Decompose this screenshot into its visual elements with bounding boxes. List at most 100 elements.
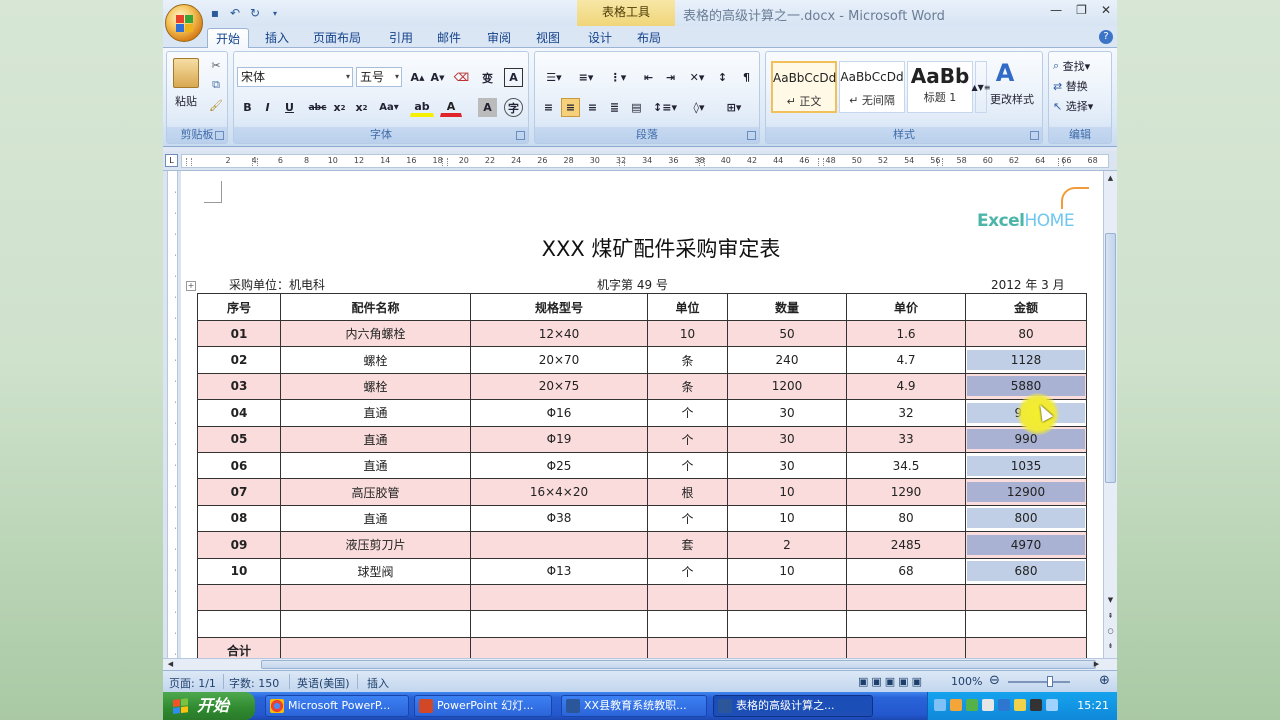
- styles-launcher-icon[interactable]: [1030, 131, 1039, 140]
- character-shading-icon[interactable]: A: [478, 98, 497, 117]
- tray-input-icon[interactable]: [1030, 699, 1042, 711]
- table-cell[interactable]: [280, 610, 471, 638]
- format-painter-icon[interactable]: 🖌: [209, 98, 223, 112]
- language-indicator[interactable]: 英语(美国): [297, 675, 350, 691]
- line-spacing-icon[interactable]: ↕≡▾: [651, 98, 679, 117]
- table-cell[interactable]: [647, 636, 728, 658]
- table-cell[interactable]: [846, 610, 966, 638]
- parts-table[interactable]: 序号 配件名称 规格型号 单位 数量 单价 金额 01 内六角螺栓 12×40 10 50 1.6 80…: [197, 293, 1087, 658]
- table-row[interactable]: 07 高压胶管 16×4×20 根 10 1290 12900: [197, 478, 1087, 506]
- clock[interactable]: 15:21: [1077, 699, 1109, 712]
- show-marks-icon[interactable]: ¶: [737, 68, 756, 87]
- zoom-slider[interactable]: [1008, 681, 1070, 683]
- table-cell[interactable]: 个: [647, 451, 728, 480]
- table-cell[interactable]: 1.6: [846, 319, 966, 348]
- table-cell[interactable]: 4970: [965, 531, 1087, 559]
- tray-volume-icon[interactable]: [982, 699, 994, 711]
- table-cell[interactable]: 条: [647, 372, 728, 401]
- table-cell[interactable]: 80: [846, 504, 966, 533]
- style-no-spacing[interactable]: AaBbCcDd ↵ 无间隔: [839, 61, 905, 113]
- table-cell[interactable]: 直通: [280, 451, 471, 480]
- font-launcher-icon[interactable]: [516, 131, 525, 140]
- sort-icon[interactable]: ↕: [713, 68, 732, 87]
- vertical-scroll-thumb[interactable]: [1105, 233, 1116, 483]
- table-header-cell[interactable]: 规格型号: [470, 293, 648, 321]
- customize-qat-icon[interactable]: ▾: [267, 5, 283, 21]
- next-page-icon[interactable]: ⇟: [1105, 641, 1116, 652]
- zoom-in-icon[interactable]: ⊕: [1099, 673, 1110, 688]
- table-header-cell[interactable]: 单位: [647, 293, 728, 321]
- tab-design[interactable]: 设计: [580, 28, 620, 49]
- table-cell[interactable]: 80: [965, 319, 1087, 348]
- taskbar-item-word-active[interactable]: 表格的高级计算之...: [713, 695, 873, 717]
- table-cell[interactable]: 20×75: [470, 372, 648, 401]
- table-cell[interactable]: 个: [647, 425, 728, 453]
- numbering-icon[interactable]: ≡▾: [571, 68, 601, 87]
- table-cell[interactable]: 2: [727, 531, 847, 559]
- redo-icon[interactable]: ↻: [247, 5, 263, 21]
- table-cell[interactable]: 合计: [197, 636, 281, 658]
- ruler-column-marker[interactable]: [442, 158, 448, 166]
- tab-selector-icon[interactable]: L: [165, 154, 178, 167]
- browse-object-icon[interactable]: ○: [1105, 626, 1116, 637]
- ruler-column-marker[interactable]: [619, 158, 625, 166]
- minimize-icon[interactable]: —: [1050, 3, 1062, 17]
- copy-icon[interactable]: ⧉: [209, 78, 223, 92]
- tab-references[interactable]: 引用: [381, 28, 421, 49]
- table-cell[interactable]: 02: [197, 346, 281, 374]
- paragraph-launcher-icon[interactable]: [747, 131, 756, 140]
- tab-insert[interactable]: 插入: [257, 28, 297, 49]
- vertical-ruler[interactable]: · · · · · · · · · · · · · · · · · · · · · · ·: [163, 171, 181, 658]
- table-cell[interactable]: 直通: [280, 425, 471, 453]
- font-color-icon[interactable]: A: [440, 98, 462, 117]
- table-cell[interactable]: 1290: [846, 478, 966, 506]
- tab-page-layout[interactable]: 页面布局: [309, 28, 365, 49]
- table-cell[interactable]: 10: [727, 478, 847, 506]
- previous-page-icon[interactable]: ⇞: [1105, 611, 1116, 622]
- align-left-icon[interactable]: ≡: [539, 98, 558, 117]
- ruler-column-marker[interactable]: [818, 158, 824, 166]
- table-cell[interactable]: 套: [647, 531, 728, 559]
- table-cell[interactable]: 12900: [965, 478, 1087, 506]
- table-cell[interactable]: [965, 636, 1087, 658]
- zoom-level[interactable]: 100%: [951, 675, 982, 688]
- table-row[interactable]: 10 球型阀 Φ13 个 10 68 680: [197, 557, 1087, 585]
- table-cell[interactable]: 01: [197, 319, 281, 348]
- ruler-column-marker[interactable]: [937, 158, 943, 166]
- phonetic-guide-icon[interactable]: 变: [478, 68, 497, 87]
- table-cell[interactable]: 05: [197, 425, 281, 453]
- table-cell[interactable]: [846, 583, 966, 612]
- table-move-handle-icon[interactable]: +: [186, 281, 196, 291]
- table-cell[interactable]: 根: [647, 478, 728, 506]
- table-cell[interactable]: 球型阀: [280, 557, 471, 585]
- table-cell[interactable]: 30: [727, 399, 847, 427]
- table-row[interactable]: [197, 583, 1087, 612]
- office-button[interactable]: [165, 4, 203, 42]
- table-header-cell[interactable]: 序号: [197, 293, 281, 321]
- scroll-up-icon[interactable]: ▲: [1105, 173, 1116, 184]
- table-cell[interactable]: [965, 610, 1087, 638]
- table-cell[interactable]: 30: [727, 451, 847, 480]
- ruler-column-marker[interactable]: [186, 158, 192, 166]
- table-cell[interactable]: 1128: [965, 346, 1087, 374]
- table-row[interactable]: 03 螺栓 20×75 条 1200 4.9 5880: [197, 372, 1087, 401]
- table-cell[interactable]: 06: [197, 451, 281, 480]
- table-row[interactable]: 04直通Φ16个3032960: [197, 399, 1087, 427]
- chinese-layout-icon[interactable]: ✕▾: [683, 68, 711, 87]
- table-cell[interactable]: 09: [197, 531, 281, 559]
- maximize-icon[interactable]: ❐: [1076, 3, 1087, 17]
- close-icon[interactable]: ✕: [1101, 3, 1111, 17]
- taskbar-item-word-education[interactable]: XX县教育系统教职...: [561, 695, 707, 717]
- table-row[interactable]: 01 内六角螺栓 12×40 10 50 1.6 80: [197, 319, 1087, 348]
- italic-icon[interactable]: I: [258, 98, 277, 117]
- table-header-cell[interactable]: 单价: [846, 293, 966, 321]
- styles-scroll-icon[interactable]: ▲▼≡: [972, 61, 991, 113]
- table-cell[interactable]: 50: [727, 319, 847, 348]
- superscript-icon[interactable]: x2: [352, 98, 371, 117]
- table-cell[interactable]: 30: [727, 425, 847, 453]
- table-cell[interactable]: [647, 583, 728, 612]
- table-cell[interactable]: 32: [846, 399, 966, 427]
- tray-app-icon[interactable]: [1014, 699, 1026, 711]
- table-cell[interactable]: Φ25: [470, 451, 648, 480]
- table-cell[interactable]: 条: [647, 346, 728, 374]
